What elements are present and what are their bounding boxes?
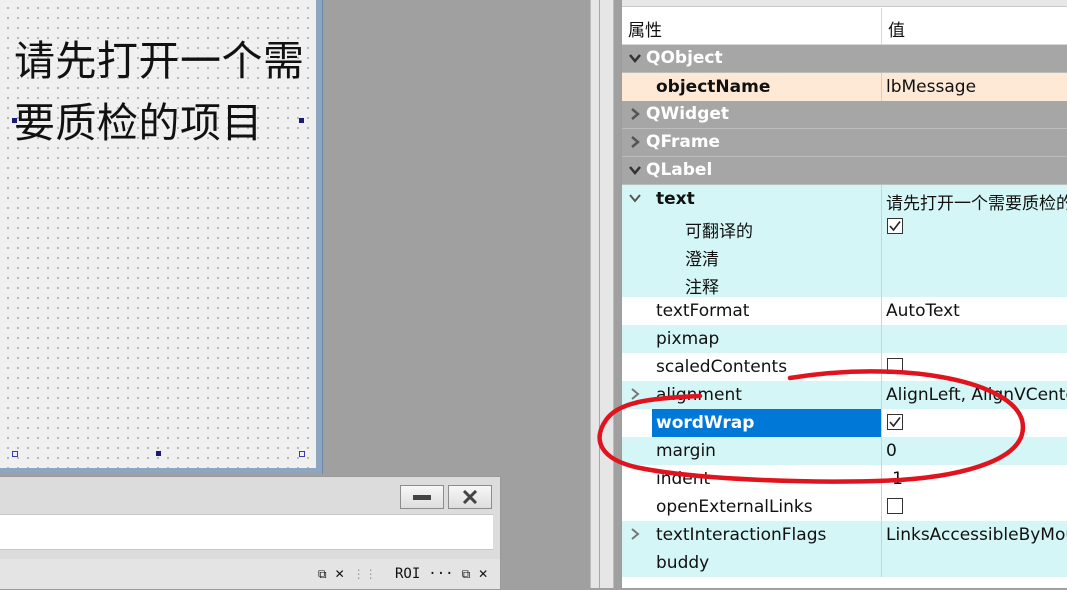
property-name: 可翻译的 — [685, 222, 753, 242]
expand-down-icon[interactable] — [628, 191, 642, 205]
expand-right-icon[interactable] — [628, 107, 642, 121]
float-icon[interactable]: ⧉ — [462, 567, 471, 582]
property-name: indent — [656, 469, 711, 489]
property-value[interactable]: AlignLeft, AlignVCenter — [886, 385, 1067, 405]
selection-handle[interactable] — [299, 118, 304, 123]
property-group-qlabel[interactable]: QLabel — [622, 157, 1067, 185]
expand-right-icon[interactable] — [628, 387, 642, 401]
property-value[interactable]: LinksAccessibleByMouse — [886, 525, 1067, 545]
selection-handle[interactable] — [299, 451, 305, 457]
header-divider[interactable] — [881, 8, 882, 44]
property-name: text — [656, 189, 695, 209]
checkbox-checked[interactable] — [887, 218, 903, 234]
property-value[interactable]: 请先打开一个需要质检的项目 — [886, 189, 1067, 213]
checkbox-unchecked[interactable] — [887, 358, 903, 374]
property-name: scaledContents — [656, 357, 788, 377]
selection-handle[interactable] — [156, 451, 161, 456]
float-icon[interactable]: ⧉ — [318, 567, 327, 582]
property-row-可翻译的[interactable]: 可翻译的 — [622, 213, 1067, 242]
panel-splitter[interactable] — [590, 0, 614, 588]
property-row-textInteractionFlags[interactable]: textInteractionFlags LinksAccessibleByMou… — [622, 521, 1067, 549]
property-name: textInteractionFlags — [656, 525, 827, 545]
property-row-text[interactable]: text 请先打开一个需要质检的项目 — [622, 185, 1067, 213]
property-value[interactable]: 0 — [886, 441, 897, 461]
close-icon[interactable]: ✕ — [335, 567, 345, 581]
property-group-qframe[interactable]: QFrame — [622, 129, 1067, 157]
property-editor-title-strip — [622, 0, 1067, 7]
property-name: 澄清 — [685, 250, 719, 270]
minimize-button[interactable] — [400, 485, 444, 509]
dock-content-bar — [0, 514, 493, 550]
property-row-textFormat[interactable]: textFormat AutoText — [622, 297, 1067, 325]
property-row-wordWrap[interactable]: wordWrap — [622, 409, 1067, 437]
property-row-buddy[interactable]: buddy — [622, 549, 1067, 577]
property-group-label: QFrame — [646, 132, 721, 152]
property-row-pixmap[interactable]: pixmap — [622, 325, 1067, 353]
property-name: textFormat — [656, 301, 750, 321]
close-button[interactable] — [448, 485, 492, 509]
property-row-注释[interactable]: 注释 — [622, 269, 1067, 298]
checkbox-checked[interactable] — [887, 414, 903, 430]
property-name: alignment — [656, 385, 742, 405]
checkbox-unchecked[interactable] — [887, 498, 903, 514]
property-name: buddy — [656, 553, 710, 573]
expand-down-icon[interactable] — [628, 163, 642, 177]
expand-down-icon[interactable] — [628, 51, 642, 65]
property-group-label: QLabel — [646, 160, 713, 180]
close-icon — [462, 490, 478, 504]
property-row-scaledContents[interactable]: scaledContents — [622, 353, 1067, 381]
selection-handle[interactable] — [12, 451, 18, 457]
property-row-indent[interactable]: indent -1 — [622, 465, 1067, 493]
property-group-label: QObject — [646, 48, 723, 68]
close-icon[interactable]: ✕ — [478, 567, 488, 581]
property-group-qwidget[interactable]: QWidget — [622, 101, 1067, 129]
property-value[interactable]: AutoText — [886, 301, 960, 321]
property-name: 注释 — [685, 278, 719, 298]
more-icon[interactable]: ··· — [428, 566, 453, 582]
property-row-澄清[interactable]: 澄清 — [622, 241, 1067, 270]
form-preview-frame: 请先打开一个需要质检的项目 — [0, 0, 323, 474]
property-name: objectName — [656, 77, 771, 97]
property-row-alignment[interactable]: alignment AlignLeft, AlignVCenter — [622, 381, 1067, 409]
splitter-line — [599, 0, 600, 588]
dock-tab-controls: ⧉ ✕ ⋮⋮ — [318, 563, 377, 585]
form-body[interactable]: 请先打开一个需要质检的项目 — [0, 0, 316, 468]
dock-window: ⧉ ✕ ⋮⋮ ROI ··· ⧉ ✕ — [0, 476, 501, 590]
grip-icon: ⋮⋮ — [352, 567, 377, 581]
property-row-openExternalLinks[interactable]: openExternalLinks — [622, 493, 1067, 521]
property-group-label: QWidget — [646, 104, 730, 124]
roi-tab[interactable]: ROI ··· ⧉ ✕ — [395, 563, 488, 585]
property-name: openExternalLinks — [656, 497, 813, 517]
property-row-margin[interactable]: margin 0 — [622, 437, 1067, 465]
minimize-icon — [413, 494, 431, 500]
property-name: pixmap — [656, 329, 720, 349]
property-value[interactable]: lbMessage — [886, 77, 976, 97]
property-rows: QObject objectName lbMessage QWidget QFrame Q… — [622, 45, 1067, 577]
expand-right-icon[interactable] — [628, 135, 642, 149]
property-group-qobject[interactable]: QObject — [622, 45, 1067, 73]
selection-handle[interactable] — [12, 118, 17, 123]
message-label-widget[interactable]: 请先打开一个需要质检的项目 — [14, 30, 306, 154]
property-name: wordWrap — [656, 413, 755, 433]
property-name: margin — [656, 441, 716, 461]
header-value[interactable]: 值 — [888, 16, 905, 41]
header-property[interactable]: 属性 — [628, 16, 662, 41]
property-row-objectName[interactable]: objectName lbMessage — [622, 73, 1067, 101]
roi-tab-label: ROI — [395, 566, 421, 582]
expand-right-icon[interactable] — [628, 527, 642, 541]
property-editor: 属性 值 QObject objectName lbMessage QWidget QF… — [621, 0, 1067, 588]
property-value[interactable]: -1 — [886, 469, 903, 489]
property-header: 属性 值 — [622, 8, 1067, 45]
designer-canvas-area: 请先打开一个需要质检的项目 ⧉ ✕ ⋮⋮ ROI ··· ⧉ ✕ — [0, 0, 590, 590]
